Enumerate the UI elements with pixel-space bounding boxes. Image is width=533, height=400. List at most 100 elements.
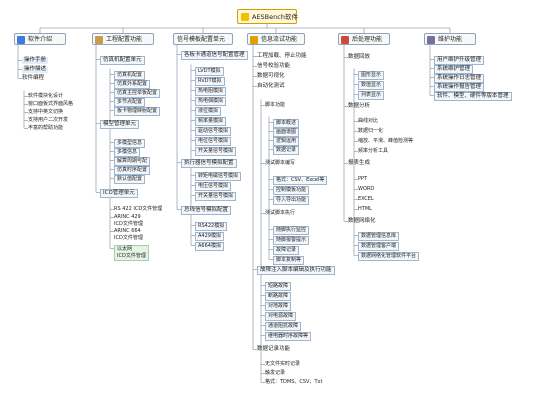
mind-map-node[interactable]: 热电阻模拟 — [195, 87, 227, 96]
mind-map-node[interactable]: 软件模块化设计 — [28, 93, 63, 100]
mind-map-node[interactable]: 执行器信号模拟配置 — [181, 159, 237, 168]
mind-map-node[interactable]: 导入导出功能 — [273, 196, 310, 205]
mind-map-node[interactable]: 断路故障 — [265, 292, 292, 301]
mind-map-node[interactable]: 电位信号模拟 — [195, 137, 232, 146]
mind-map-node[interactable]: 测试脚本编写 — [265, 160, 295, 167]
mind-map-node[interactable]: 数据回放 — [348, 54, 370, 61]
mind-map-node[interactable]: 控制模板功能 — [273, 186, 310, 195]
mind-map-node[interactable]: 频率量模拟 — [195, 117, 227, 126]
mind-map-node[interactable]: 支持用户二次开发 — [28, 117, 68, 124]
mind-map-node[interactable]: 脚本功能 — [265, 102, 285, 109]
mind-map-node[interactable]: 数据网络化管理软件平台 — [358, 252, 420, 261]
mind-map-node[interactable]: 开关量信号模拟 — [195, 147, 237, 156]
mind-map-node[interactable]: 转矩电磁信号模拟 — [195, 172, 242, 181]
mind-map-node[interactable]: ARINC 664 ICD文件管理 — [114, 228, 143, 242]
branch-b2[interactable]: 信号模板配置单元 — [173, 33, 233, 45]
mind-map-node[interactable]: RS422模拟 — [195, 222, 228, 231]
mind-map-node[interactable]: 数据归一化 — [358, 128, 383, 135]
mind-map-node[interactable]: LVDT模拟 — [195, 67, 224, 76]
mind-map-node[interactable]: 系统操作日志管理 — [434, 74, 485, 83]
mind-map-node[interactable]: 模型管理单元 — [100, 120, 140, 129]
mind-map-node[interactable]: 支持中英文切换 — [28, 109, 63, 116]
mind-map-node[interactable]: 多节点配置 — [114, 98, 146, 107]
mind-map-node[interactable]: 对地故障 — [265, 302, 292, 311]
mind-map-node[interactable]: 数据可视化 — [257, 73, 285, 80]
mind-map-node[interactable]: 报表生成 — [348, 160, 370, 167]
mind-map-node[interactable]: 故障注入脚本编辑及执行功能 — [257, 266, 335, 275]
mind-map-node[interactable]: 脚本复制等 — [273, 256, 305, 265]
mind-map-node[interactable]: ARINC 429 ICD文件管理 — [114, 214, 143, 228]
mind-map-node[interactable]: 系统操作报告管理 — [434, 83, 485, 92]
mind-map-node[interactable]: 仿真外系配置 — [114, 80, 151, 89]
mind-map-node[interactable]: 格式：CSV、Excel等 — [273, 176, 328, 185]
mind-map-node[interactable]: 默认值配置 — [114, 175, 146, 184]
mind-map-node[interactable]: 数值显示 — [358, 81, 385, 90]
mind-map-node[interactable]: 对电源故障 — [265, 312, 297, 321]
branch-b0[interactable]: 软件介绍 — [14, 33, 66, 45]
mind-map-node[interactable]: 通道阻抗故障 — [265, 322, 302, 331]
mind-map-node[interactable]: 解算周期可配 — [114, 157, 151, 166]
mind-map-node[interactable]: 软件编程 — [22, 75, 44, 82]
mind-map-node[interactable]: 系统维护管理 — [434, 65, 474, 74]
mind-map-node[interactable]: 总线信号模拟配置 — [181, 206, 232, 215]
mind-map-node[interactable]: 随脚执行监控 — [273, 226, 310, 235]
mind-map-node[interactable]: HTML — [358, 206, 372, 213]
mind-map-node[interactable]: 短路故障 — [265, 282, 292, 291]
mind-map-node[interactable]: 曲线对比 — [358, 118, 378, 125]
mind-map-node[interactable]: 测试脚本执行 — [265, 210, 295, 217]
mind-map-node[interactable]: 操作手册 — [22, 57, 49, 64]
mind-map-node[interactable]: 液位模拟 — [195, 107, 222, 116]
mind-map-node[interactable]: ICD管理单元 — [100, 189, 138, 198]
root-node[interactable]: AESBench软件 — [237, 9, 298, 24]
mind-map-node[interactable]: 格式：TDMS、CSV、Txt — [265, 379, 322, 386]
mind-map-node[interactable]: 自动化测试 — [257, 83, 285, 90]
mind-map-node[interactable]: 板卡物理映射配置 — [114, 107, 161, 116]
mind-map-node[interactable]: 触发记录 — [265, 370, 285, 377]
mind-map-node[interactable]: 数据分析 — [348, 103, 370, 110]
mind-map-node[interactable]: 图形显示 — [358, 71, 385, 80]
mind-map-node[interactable]: 数据记录 — [273, 146, 300, 155]
mind-map-node[interactable]: 仿真机配置单元 — [100, 56, 145, 65]
branch-b4[interactable]: 后处理功能 — [338, 33, 390, 45]
mind-map-node[interactable]: 逻辑运用 — [273, 137, 300, 146]
mind-map-node[interactable]: PPT — [358, 176, 367, 183]
mind-map-node[interactable]: 数据记录功能 — [257, 346, 290, 353]
mind-map-node[interactable]: A664模拟 — [195, 242, 224, 251]
mind-map-node[interactable]: 仿真主控单板配置 — [114, 89, 161, 98]
branch-b1[interactable]: 工程配置功能 — [92, 33, 154, 45]
mind-map-node[interactable]: 多模型信息 — [114, 139, 146, 148]
mind-map-node[interactable]: 丰富的帮助功能 — [28, 125, 63, 132]
mind-map-node[interactable]: 信号校验功能 — [257, 63, 290, 70]
mind-map-node[interactable]: 工程加载、停止功能 — [257, 53, 307, 60]
mind-map-node[interactable]: 无文件实时记录 — [265, 361, 300, 368]
mind-map-node[interactable]: 操作描述 — [22, 66, 49, 73]
mind-map-node[interactable]: 热电偶模拟 — [195, 97, 227, 106]
mind-map-node[interactable]: 数据管理信息库 — [358, 232, 400, 241]
mind-map-node[interactable]: 电压信号模拟 — [195, 182, 232, 191]
mind-map-node[interactable]: 多模信息 — [114, 148, 141, 157]
mind-map-node[interactable]: 仿真时序配置 — [114, 166, 151, 175]
mind-map-node[interactable]: 频率分析工具 — [358, 148, 388, 155]
mind-map-node[interactable]: 列表显示 — [358, 91, 385, 100]
mind-map-node[interactable]: 各板卡通道信号配置管理 — [181, 51, 248, 60]
mind-map-node[interactable]: 缩放、平滑、峰值检测等 — [358, 138, 413, 145]
mind-map-node[interactable]: 随脚报警提示 — [273, 236, 310, 245]
mind-map-node[interactable]: 数据网络化 — [348, 218, 376, 225]
branch-b5[interactable]: 维护功能 — [424, 33, 476, 45]
mind-map-node[interactable]: 窗口面板式界面风格 — [28, 101, 73, 108]
mind-map-node[interactable]: RVDT模拟 — [195, 77, 225, 86]
mind-map-node[interactable]: A429模拟 — [195, 232, 224, 241]
branch-b3[interactable]: 信息流试功能 — [247, 33, 305, 45]
mind-map-node[interactable]: 以太网 ICD文件管理 — [114, 245, 149, 261]
mind-map-node[interactable]: WORD — [358, 186, 374, 193]
mind-map-node[interactable]: 数据管理客户端 — [358, 242, 400, 251]
mind-map-node[interactable]: 继电器时序故障等 — [265, 332, 312, 341]
mind-map-node[interactable]: 驱动信号模拟 — [195, 127, 232, 136]
mind-map-node[interactable]: 仿真机配置 — [114, 71, 146, 80]
mind-map-node[interactable]: EXCEL — [358, 196, 374, 203]
mind-map-node[interactable]: 故障记录 — [273, 246, 300, 255]
mind-map-node[interactable]: 开关量信号模拟 — [195, 192, 237, 201]
mind-map-node[interactable]: 画面谱图 — [273, 128, 300, 137]
mind-map-node[interactable]: 用户维护升级管理 — [434, 56, 485, 65]
mind-map-node[interactable]: RS 422 ICD文件管理 — [114, 206, 162, 213]
